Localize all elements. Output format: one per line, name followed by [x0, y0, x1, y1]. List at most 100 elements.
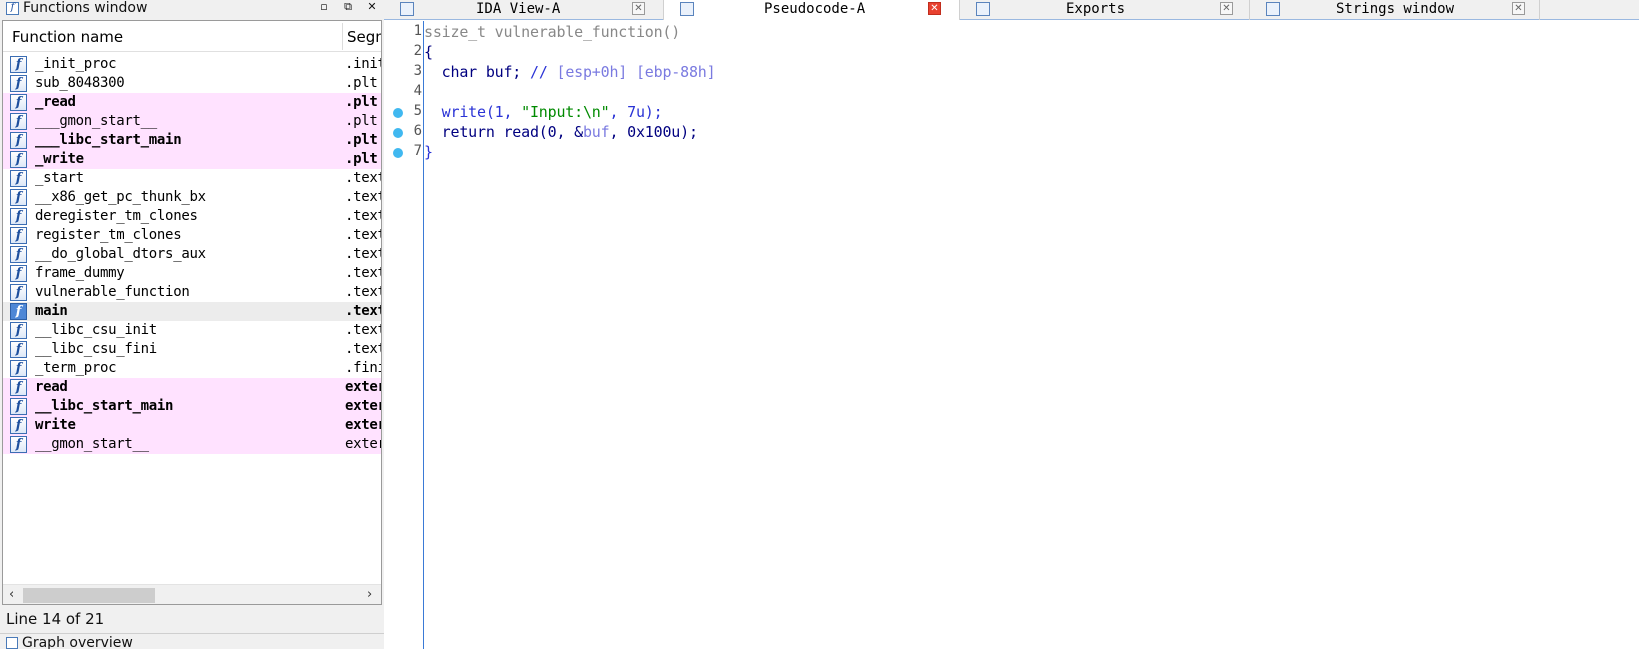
function-name: vulnerable_function — [35, 284, 190, 300]
tab-bar: IDA View-A ✕ Pseudocode-A ✕ Exports ✕ St… — [384, 0, 1639, 20]
function-segment: .fini — [345, 360, 382, 376]
function-segment: .text — [345, 341, 382, 357]
function-name: __do_global_dtors_aux — [35, 246, 206, 262]
function-icon: f — [10, 341, 27, 358]
function-segment: .text — [345, 303, 382, 319]
function-row[interactable]: f __libc_csu_init .text — [3, 321, 381, 340]
function-row[interactable]: fread extern — [3, 378, 381, 397]
function-row[interactable]: f frame_dummy .text — [3, 264, 382, 283]
function-row[interactable]: f ___libc_start_main .plt — [3, 131, 381, 150]
float-icon[interactable]: ⧉ — [342, 0, 354, 14]
graph-overview-title: Graph overview — [22, 635, 133, 649]
code-line[interactable]: 2{ — [384, 42, 1639, 62]
function-row[interactable]: f __libc_start_main extern — [3, 397, 381, 416]
restore-icon[interactable]: ▫ — [318, 0, 330, 14]
code-line[interactable]: 7} — [384, 142, 1639, 162]
breakpoint-icon[interactable] — [393, 108, 403, 118]
horizontal-scrollbar[interactable]: ‹ › — [3, 584, 381, 604]
function-name: read — [35, 379, 68, 395]
function-name: __x86_get_pc_thunk_bx — [35, 189, 206, 205]
function-segment: .text — [345, 265, 382, 281]
function-row[interactable]: f _start .text — [3, 169, 381, 188]
tab-close-icon[interactable]: ✕ — [1220, 2, 1233, 15]
function-name: _start — [35, 170, 84, 186]
breakpoint-icon[interactable] — [393, 128, 403, 138]
function-name: __libc_csu_fini — [35, 341, 157, 357]
function-row[interactable]: f __x86_get_pc_thunk_bx .text — [3, 188, 382, 207]
code-token: write(1, — [424, 103, 522, 121]
code-line[interactable]: 1 ssize_t vulnerable_function() — [384, 22, 1639, 42]
function-row[interactable]: f _write .plt — [3, 150, 381, 169]
function-segment: .text — [345, 284, 382, 300]
function-row[interactable]: fwrite extern — [3, 416, 381, 435]
column-divider[interactable] — [342, 23, 343, 50]
code-line[interactable]: 3 char buf; // [esp+0h] [ebp-88h] — [384, 62, 1639, 82]
code-token: return read(0, & — [424, 123, 584, 141]
graph-overview-titlebar: Graph overview — [0, 633, 384, 649]
column-header-segment[interactable]: Segm — [347, 28, 381, 46]
function-segment: .text — [345, 189, 382, 205]
scrollbar-thumb[interactable] — [23, 588, 155, 603]
function-icon: f — [10, 208, 27, 225]
code-line[interactable]: 5 write(1, "Input:\n", 7u); — [384, 102, 1639, 122]
tab-close-icon[interactable]: ✕ — [1512, 2, 1525, 15]
function-row[interactable]: f _init_proc .init — [3, 55, 381, 74]
line-number: 1 — [413, 23, 422, 39]
function-row[interactable]: f _term_proc .fini — [3, 359, 382, 378]
tab-ida-view[interactable]: IDA View-A ✕ — [384, 0, 664, 20]
tab-close-icon[interactable]: ✕ — [632, 2, 645, 15]
function-icon: f — [10, 379, 27, 396]
function-name: frame_dummy — [35, 265, 125, 281]
functions-list[interactable]: Function name Segm f _init_proc .init f sub_… — [2, 20, 382, 605]
line-number: 2 — [413, 43, 422, 59]
tab-strings-window[interactable]: Strings window ✕ — [1250, 0, 1540, 20]
function-icon: f — [10, 360, 27, 377]
tab-pseudocode[interactable]: Pseudocode-A ✕ — [664, 0, 960, 20]
function-segment: extern — [345, 379, 381, 395]
disassembly-icon — [400, 2, 414, 16]
function-icon: f — [10, 113, 27, 130]
graph-icon — [6, 637, 18, 649]
scroll-right-icon[interactable]: › — [367, 587, 372, 602]
pseudocode-view[interactable]: 1 ssize_t vulnerable_function() 2{3 char b… — [384, 21, 1639, 649]
function-row[interactable]: f __gmon_start__ extern — [3, 435, 381, 454]
function-icon: f — [10, 94, 27, 111]
function-segment: extern — [345, 417, 381, 433]
function-row[interactable]: f vulnerable_function .text — [3, 283, 382, 302]
code-token: ssize_t vulnerable_function() — [424, 23, 681, 41]
code-token: { — [424, 43, 433, 61]
column-header-function-name[interactable]: Function name — [12, 28, 123, 46]
code-line[interactable]: 6 return read(0, &buf, 0x100u); — [384, 122, 1639, 142]
function-icon: f — [10, 417, 27, 434]
function-row[interactable]: f sub_8048300 .plt — [3, 74, 381, 93]
code-text: { — [424, 43, 433, 61]
function-row[interactable]: f ___gmon_start__ .plt — [3, 112, 381, 131]
function-row[interactable]: f __do_global_dtors_aux .text — [3, 245, 381, 264]
function-icon: f — [10, 322, 27, 339]
close-icon[interactable]: ✕ — [366, 0, 378, 14]
code-token: buf — [582, 123, 610, 141]
function-name: __gmon_start__ — [35, 436, 149, 452]
function-row[interactable]: f __libc_csu_fini .text — [3, 340, 382, 359]
function-segment: .plt — [345, 75, 378, 91]
function-segment: .plt — [345, 94, 378, 110]
code-text: return read(0, &buf, 0x100u); — [424, 123, 698, 141]
function-segment: .plt — [345, 113, 378, 129]
line-number: 4 — [413, 83, 422, 99]
function-row[interactable]: f main .text — [3, 302, 381, 321]
function-row[interactable]: f deregister_tm_clones .text — [3, 207, 381, 226]
function-icon: f — [10, 284, 27, 301]
tab-exports[interactable]: Exports ✕ — [960, 0, 1250, 20]
tab-close-icon[interactable]: ✕ — [928, 2, 941, 15]
code-text: write(1, "Input:\n", 7u); — [424, 103, 663, 121]
breakpoint-icon[interactable] — [393, 148, 403, 158]
scroll-left-icon[interactable]: ‹ — [9, 587, 14, 602]
function-icon: f — [10, 265, 27, 282]
function-name: ___gmon_start__ — [35, 113, 157, 129]
function-row[interactable]: f _read .plt — [3, 93, 381, 112]
function-icon: f — [10, 170, 27, 187]
function-segment: .plt — [345, 132, 378, 148]
code-line[interactable]: 4 — [384, 82, 1639, 102]
function-segment: .text — [345, 227, 382, 243]
function-row[interactable]: f register_tm_clones .text — [3, 226, 382, 245]
